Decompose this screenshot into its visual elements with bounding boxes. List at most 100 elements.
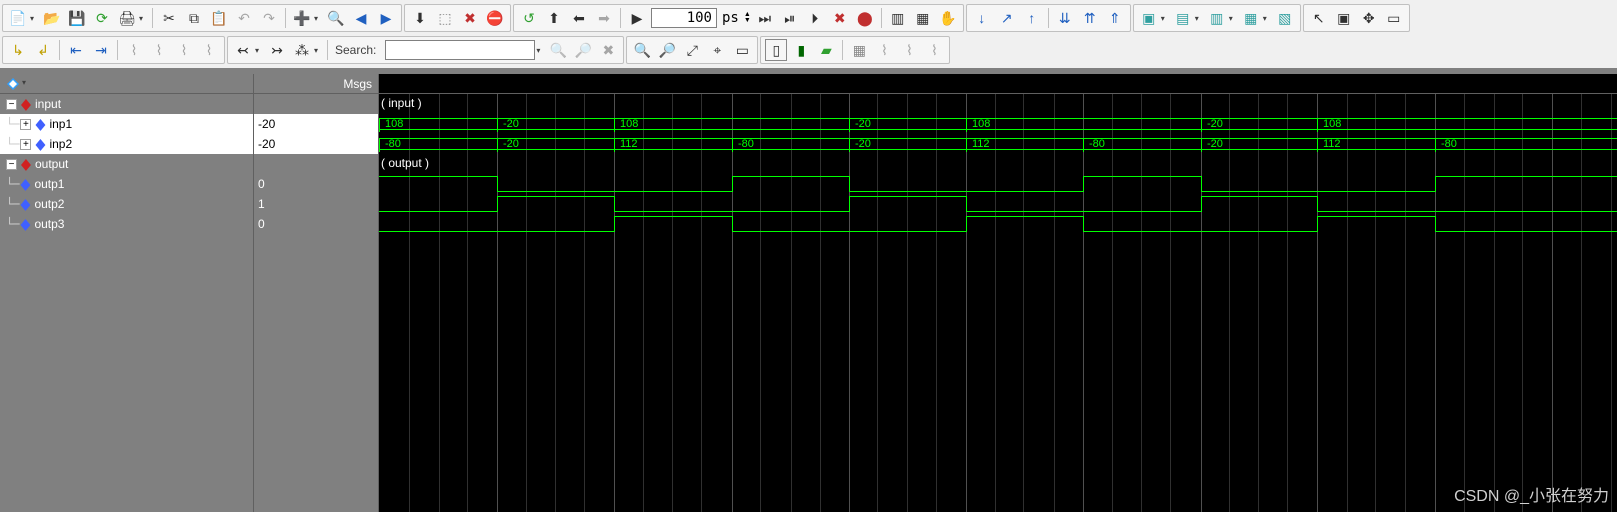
signal-row-outp2[interactable]: └─◆outp2 xyxy=(0,194,253,214)
search-clear-icon[interactable]: ✖ xyxy=(597,39,619,61)
first-edge-icon[interactable]: ⇤ xyxy=(65,39,87,61)
so-dd[interactable]: ▾ xyxy=(314,46,322,55)
paste-icon[interactable]: 📋 xyxy=(208,7,230,29)
new-icon[interactable]: 📄 xyxy=(7,7,29,29)
sp-dd[interactable]: ▾ xyxy=(255,46,263,55)
refresh-icon[interactable]: ⟳ xyxy=(91,7,113,29)
layout1-icon[interactable]: ▣ xyxy=(1138,7,1160,29)
cursor-multi3-icon[interactable]: ⇑ xyxy=(1104,7,1126,29)
last-edge-icon[interactable]: ⇥ xyxy=(90,39,112,61)
search-input[interactable] xyxy=(385,40,535,60)
help-back-icon[interactable]: ◀ xyxy=(350,7,372,29)
expander-icon[interactable]: + xyxy=(20,119,31,130)
undo-icon[interactable]: ↶ xyxy=(233,7,255,29)
find-icon[interactable]: 🔍 xyxy=(325,7,347,29)
run-up-icon[interactable]: ⬆ xyxy=(543,7,565,29)
break-icon[interactable]: ✖ xyxy=(459,7,481,29)
new-dropdown[interactable]: ▾ xyxy=(30,14,38,23)
zoom-in-icon[interactable]: 🔍 xyxy=(631,39,653,61)
restart-icon[interactable]: ↺ xyxy=(518,7,540,29)
cursor-diag-icon[interactable]: ↗ xyxy=(996,7,1018,29)
expander-icon[interactable]: − xyxy=(6,159,17,170)
layout4-icon[interactable]: ▦ xyxy=(1240,7,1262,29)
compile-icon[interactable]: ⬇ xyxy=(409,7,431,29)
expander-icon[interactable]: − xyxy=(6,99,17,110)
zoom-cursor-icon[interactable]: ⌖ xyxy=(706,39,728,61)
add-dropdown[interactable]: ▾ xyxy=(314,14,322,23)
prev-rising-icon[interactable]: ↳ xyxy=(7,39,29,61)
break-all-icon[interactable]: ✖ xyxy=(829,7,851,29)
help-fwd-icon[interactable]: ▶ xyxy=(375,7,397,29)
redo-icon[interactable]: ↷ xyxy=(258,7,280,29)
layout5-icon[interactable]: ▧ xyxy=(1274,7,1296,29)
print-icon[interactable]: 🖨 xyxy=(116,7,138,29)
signal-row-inp2[interactable]: └─+◆inp2 xyxy=(0,134,253,154)
run-time-input[interactable] xyxy=(651,8,717,28)
time-spinner[interactable]: ▲▼ xyxy=(744,12,751,24)
signal-row-input[interactable]: −◆input xyxy=(0,94,253,114)
copy-icon[interactable]: ⧉ xyxy=(183,7,205,29)
layout2-dd[interactable]: ▾ xyxy=(1195,14,1203,23)
region-icon[interactable]: ▣ xyxy=(1333,7,1355,29)
print-dropdown[interactable]: ▾ xyxy=(139,14,147,23)
layout3-icon[interactable]: ▥ xyxy=(1206,7,1228,29)
save-icon[interactable]: 💾 xyxy=(66,7,88,29)
run-icon[interactable]: ▶ xyxy=(626,7,648,29)
layout2-icon[interactable]: ▤ xyxy=(1172,7,1194,29)
search-prev-icon[interactable]: ↢ xyxy=(232,39,254,61)
zoom-region-icon[interactable]: ▭ xyxy=(1383,7,1405,29)
zoom-full-icon[interactable]: ⤢ xyxy=(681,39,703,61)
wave-menu-dd[interactable]: ▾ xyxy=(22,78,30,87)
prev-falling-icon[interactable]: ↲ xyxy=(32,39,54,61)
expander-icon[interactable]: + xyxy=(20,139,31,150)
run-step-icon[interactable]: ⏵ xyxy=(804,7,826,29)
signal-row-output[interactable]: −◆output xyxy=(0,154,253,174)
cut-icon[interactable]: ✂ xyxy=(158,7,180,29)
search-next-icon[interactable]: ↣ xyxy=(266,39,288,61)
hand-icon[interactable]: ✋ xyxy=(937,7,959,29)
cursor-up-icon[interactable]: ↑ xyxy=(1021,7,1043,29)
stop-run-icon[interactable]: ⬤ xyxy=(854,7,876,29)
signal-row-outp3[interactable]: └─◆outp3 xyxy=(0,214,253,234)
step-back-icon[interactable]: ⬅ xyxy=(568,7,590,29)
search-go1-icon[interactable]: 🔍 xyxy=(547,39,569,61)
move-icon[interactable]: ✥ xyxy=(1358,7,1380,29)
edge-a-icon[interactable]: ⌇ xyxy=(123,39,145,61)
fmt3-icon[interactable]: ▰ xyxy=(815,39,837,61)
search-go2-icon[interactable]: 🔎 xyxy=(572,39,594,61)
pointer-icon[interactable]: ↖ xyxy=(1308,7,1330,29)
fmt2-icon[interactable]: ▮ xyxy=(790,39,812,61)
waveform-panel[interactable]: ( input )108-20108-20108-20108-80-20112-… xyxy=(379,94,1617,512)
add-icon[interactable]: ➕ xyxy=(291,7,313,29)
signal-row-inp1[interactable]: └─+◆inp1 xyxy=(0,114,253,134)
compile-all-icon[interactable]: ⬚ xyxy=(434,7,456,29)
cursor-multi2-icon[interactable]: ⇈ xyxy=(1079,7,1101,29)
run-all-icon[interactable]: ⏭ xyxy=(754,7,776,29)
cursor-down-icon[interactable]: ↓ xyxy=(971,7,993,29)
edge-d-icon[interactable]: ⌇ xyxy=(198,39,220,61)
zoom-range-icon[interactable]: ▭ xyxy=(731,39,753,61)
open-icon[interactable]: 📂 xyxy=(41,7,63,29)
run-continue-icon[interactable]: ⏯ xyxy=(779,7,801,29)
signal-names-panel[interactable]: −◆input └─+◆inp1 └─+◆inp2−◆output └─◆out… xyxy=(0,94,254,512)
stop-icon[interactable]: ⛔ xyxy=(484,7,506,29)
layout4-dd[interactable]: ▾ xyxy=(1263,14,1271,23)
edge-c-icon[interactable]: ⌇ xyxy=(173,39,195,61)
fmt4-icon[interactable]: ▦ xyxy=(848,39,870,61)
signal-row-outp1[interactable]: └─◆outp1 xyxy=(0,174,253,194)
cursor-multi1-icon[interactable]: ⇊ xyxy=(1054,7,1076,29)
fmt7-icon[interactable]: ⌇ xyxy=(923,39,945,61)
search-dd[interactable]: ▾ xyxy=(536,46,544,55)
fmt5-icon[interactable]: ⌇ xyxy=(873,39,895,61)
search-opts-icon[interactable]: ⁂ xyxy=(291,39,313,61)
wave2-icon[interactable]: ▦ xyxy=(912,7,934,29)
fmt1-icon[interactable]: ▯ xyxy=(765,39,787,61)
step-fwd-icon[interactable]: ➡ xyxy=(593,7,615,29)
layout3-dd[interactable]: ▾ xyxy=(1229,14,1237,23)
zoom-out-icon[interactable]: 🔎 xyxy=(656,39,678,61)
fmt6-icon[interactable]: ⌇ xyxy=(898,39,920,61)
wave1-icon[interactable]: ▥ xyxy=(887,7,909,29)
wave-menu-icon[interactable] xyxy=(4,76,22,92)
layout1-dd[interactable]: ▾ xyxy=(1161,14,1169,23)
edge-b-icon[interactable]: ⌇ xyxy=(148,39,170,61)
